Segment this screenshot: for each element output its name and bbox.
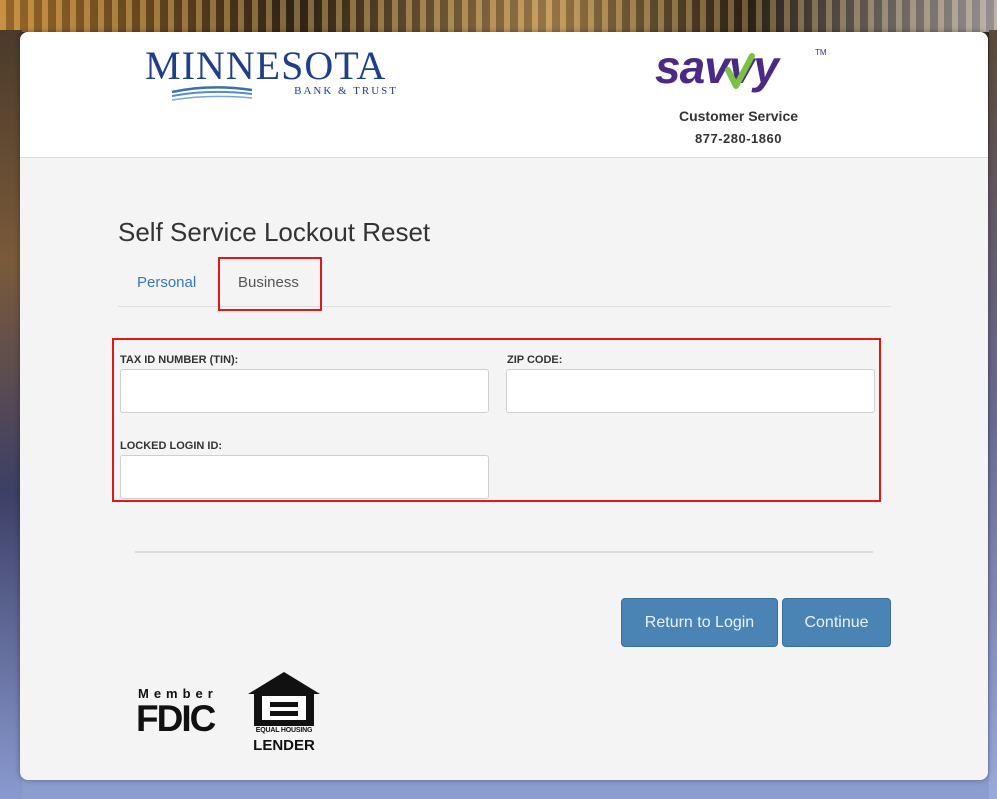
background-left-edge (0, 30, 22, 799)
customer-service-phone: 877-280-1860 (695, 131, 782, 146)
business-form-highlight: TAX ID NUMBER (TIN): ZIP CODE: LOCKED LO… (112, 338, 881, 502)
background-city-glow (0, 0, 997, 32)
checkmark-icon (725, 53, 755, 89)
bank-logo-tagline: BANK & TRUST (294, 85, 398, 97)
customer-service-label: Customer Service (678, 108, 799, 124)
tab-personal[interactable]: Personal (137, 258, 196, 306)
tin-label: TAX ID NUMBER (TIN): (120, 354, 239, 366)
savvy-logo-block: savvy TM Customer Service 877-280-1860 (645, 42, 845, 152)
tin-input[interactable] (120, 369, 489, 413)
swoosh-icon (171, 86, 253, 101)
fdic-text: FDIC (136, 698, 216, 739)
business-tab-highlight (218, 257, 322, 311)
equal-housing-lender-logo: EQUAL HOUSING LENDER (244, 670, 326, 760)
fdic-logo: Member FDIC (136, 684, 232, 744)
login-id-label: LOCKED LOGIN ID: (120, 440, 223, 452)
equal-housing-text: EQUAL HOUSING (255, 727, 313, 734)
form-divider (135, 551, 873, 553)
house-icon (248, 672, 320, 726)
savvy-logo-text: savvy (655, 41, 779, 93)
return-to-login-button[interactable]: Return to Login (621, 598, 778, 647)
zip-input[interactable] (506, 369, 875, 413)
trademark-mark: TM (815, 48, 827, 57)
lockout-reset-card: MINNESOTA BANK & TRUST savvy TM Customer… (20, 32, 988, 780)
continue-button[interactable]: Continue (782, 598, 891, 647)
background-right-edge (989, 30, 997, 799)
header: MINNESOTA BANK & TRUST savvy TM Customer… (20, 32, 988, 158)
lender-text: LENDER (253, 737, 315, 754)
bank-logo-name: MINNESOTA (145, 43, 387, 88)
page-title: Self Service Lockout Reset (118, 217, 431, 247)
minnesota-bank-logo: MINNESOTA BANK & TRUST (145, 44, 400, 104)
zip-label: ZIP CODE: (507, 354, 563, 366)
login-id-input[interactable] (120, 455, 489, 499)
